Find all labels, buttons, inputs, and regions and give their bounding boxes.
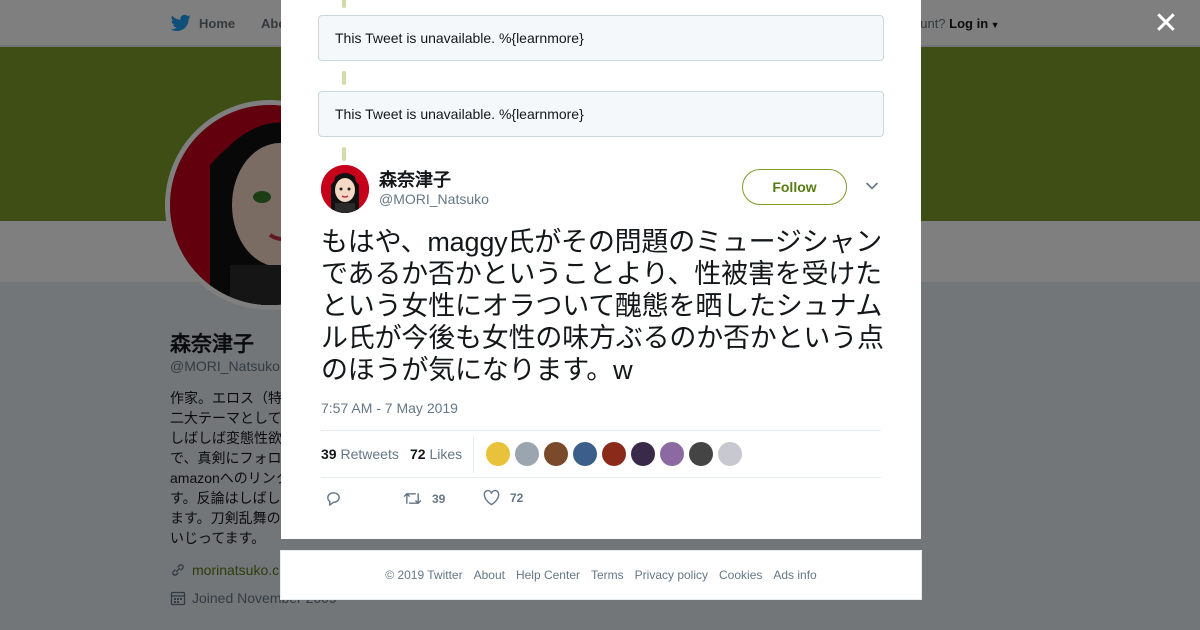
reply-button[interactable] — [325, 490, 342, 507]
modal-footer: © 2019 Twitter About Help Center Terms Priv… — [280, 550, 922, 600]
follow-button[interactable]: Follow — [742, 169, 847, 205]
footer-link[interactable]: Ads info — [773, 568, 816, 582]
retweets-stat[interactable]: 39 Retweets — [321, 446, 399, 462]
unavailable-tweet-1: This Tweet is unavailable. %{learnmore} — [318, 15, 884, 61]
liker-avatar[interactable] — [660, 442, 684, 466]
liker-avatar[interactable] — [631, 442, 655, 466]
tweet-author-handle[interactable]: @MORI_Natsuko — [379, 191, 489, 207]
tweet-actions: 39 72 — [321, 490, 621, 510]
retweet-count: 39 — [432, 491, 446, 506]
chevron-down-icon[interactable] — [864, 178, 880, 194]
close-icon[interactable]: ✕ — [1152, 9, 1180, 39]
liker-avatar[interactable] — [486, 442, 510, 466]
retweet-button[interactable]: 39 — [403, 490, 445, 507]
tweet-modal: This Tweet is unavailable. %{learnmore} … — [281, 0, 921, 539]
tweet-timestamp[interactable]: 7:57 AM - 7 May 2019 — [321, 400, 458, 416]
footer-link[interactable]: Terms — [591, 568, 624, 582]
stats-divider — [473, 437, 474, 473]
likes-count: 72 — [410, 446, 426, 462]
footer-link[interactable]: Cookies — [719, 568, 762, 582]
thread-connector — [342, 71, 346, 85]
retweets-label: Retweets — [340, 446, 399, 462]
thread-connector — [342, 147, 346, 161]
tweet-author-name[interactable]: 森奈津子 — [379, 166, 451, 192]
avatar-illustration — [321, 165, 369, 213]
footer-link[interactable]: Privacy policy — [635, 568, 708, 582]
liker-avatar[interactable] — [602, 442, 626, 466]
thread-connector — [342, 0, 346, 8]
retweet-icon — [403, 493, 422, 504]
liker-avatar[interactable] — [718, 442, 742, 466]
retweets-count: 39 — [321, 446, 337, 462]
like-button[interactable]: 72 — [483, 490, 523, 506]
liker-avatar[interactable] — [515, 442, 539, 466]
likers-list — [486, 442, 742, 466]
like-count: 72 — [510, 491, 524, 505]
likes-label: Likes — [429, 446, 463, 462]
liker-avatar[interactable] — [573, 442, 597, 466]
footer-link[interactable]: Help Center — [516, 568, 580, 582]
liker-avatar[interactable] — [689, 442, 713, 466]
footer-link[interactable]: About — [474, 568, 505, 582]
liker-avatar[interactable] — [544, 442, 568, 466]
likes-stat[interactable]: 72 Likes — [410, 446, 462, 462]
reply-icon — [327, 492, 340, 506]
tweet-stats: 39 Retweets 72 Likes — [321, 430, 881, 478]
heart-icon — [483, 490, 500, 506]
unavailable-tweet-2: This Tweet is unavailable. %{learnmore} — [318, 91, 884, 137]
footer-copyright: © 2019 Twitter — [385, 568, 463, 582]
tweet-text: もはや、maggy氏がその問題のミュージシャンであるか否かということより、性被害… — [321, 227, 884, 385]
tweet-avatar[interactable] — [321, 165, 369, 213]
